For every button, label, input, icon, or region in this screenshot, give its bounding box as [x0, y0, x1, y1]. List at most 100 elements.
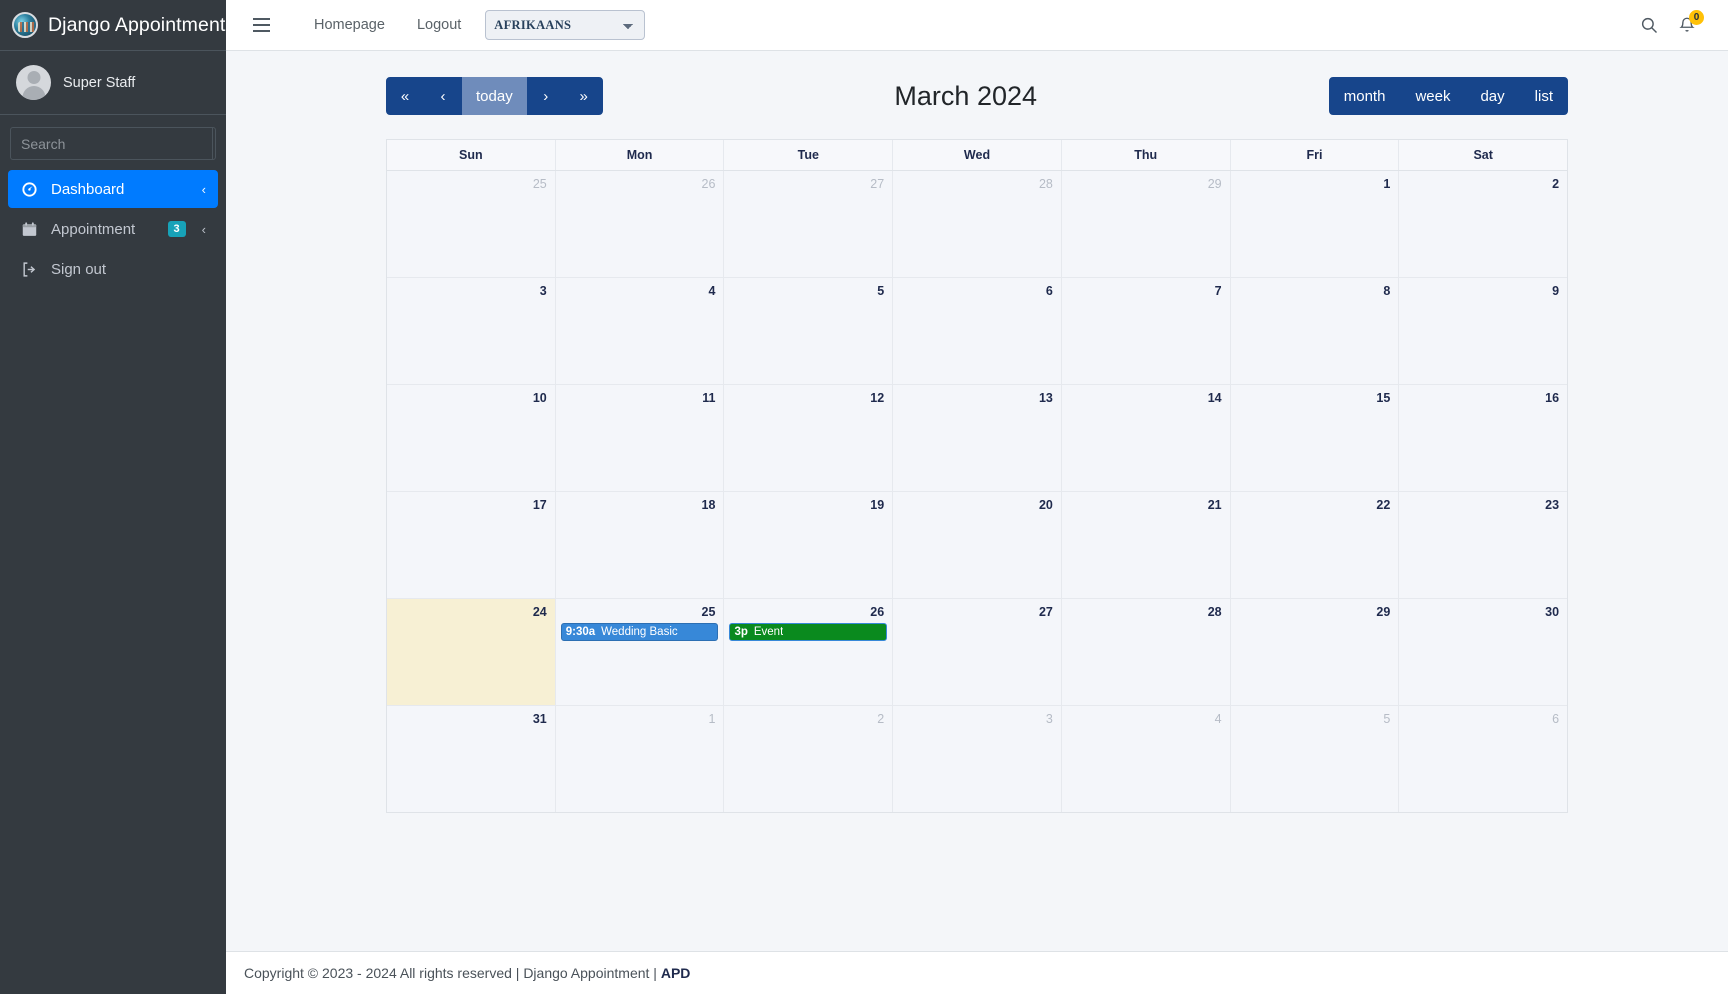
- calendar-day-cell[interactable]: 31: [387, 706, 556, 812]
- calendar-week-row: 10 11 12 13 14 15 16: [387, 385, 1568, 492]
- topnav-link-homepage[interactable]: Homepage: [298, 17, 401, 33]
- calendar-day-cell[interactable]: 28: [893, 171, 1062, 277]
- calendar-day-cell[interactable]: 29: [1061, 171, 1231, 277]
- calendar-day-cell[interactable]: 30: [1399, 599, 1568, 705]
- day-number: 19: [870, 498, 885, 512]
- calendar-day-cell[interactable]: 9: [1399, 278, 1568, 384]
- sidebar-item-label: Sign out: [51, 260, 107, 278]
- calendar-day-cell[interactable]: 3: [387, 278, 556, 384]
- day-number: 3: [1045, 712, 1053, 726]
- calendar-day-cell[interactable]: 2: [1399, 171, 1568, 277]
- calendar-event[interactable]: 9:30a Wedding Basic: [560, 623, 719, 641]
- prev-year-button[interactable]: «: [386, 77, 424, 115]
- chevron-left-icon: ‹: [201, 221, 206, 237]
- appointment-count-badge: 3: [167, 220, 186, 238]
- calendar-day-cell[interactable]: 12: [724, 385, 894, 491]
- next-month-button[interactable]: ›: [526, 77, 565, 115]
- calendar-day-cell[interactable]: 17: [387, 492, 556, 598]
- calendar-day-cell[interactable]: 14: [1061, 385, 1231, 491]
- sidebar-item-sign-out[interactable]: Sign out: [8, 250, 218, 288]
- topbar-search-button[interactable]: [1630, 6, 1668, 44]
- day-number: 27: [1038, 605, 1053, 619]
- next-year-button[interactable]: »: [564, 77, 603, 115]
- day-number: 6: [1552, 712, 1560, 726]
- day-number: 31: [532, 712, 547, 726]
- day-number: 2: [877, 712, 885, 726]
- calendar-day-cell[interactable]: 27: [893, 599, 1062, 705]
- calendar-day-cell[interactable]: 10: [387, 385, 556, 491]
- view-button-day[interactable]: day: [1465, 77, 1520, 115]
- day-number: 18: [701, 498, 716, 512]
- view-button-month[interactable]: month: [1328, 77, 1401, 115]
- calendar-day-cell[interactable]: 29: [1230, 599, 1400, 705]
- day-number: 23: [1545, 498, 1560, 512]
- calendar-day-cell[interactable]: 27: [724, 171, 894, 277]
- calendar-toolbar: «‹ today ›» March 2024 month week day list: [386, 77, 1568, 115]
- calendar-day-cell[interactable]: 20: [893, 492, 1062, 598]
- calendar-day-cell[interactable]: 24: [387, 599, 556, 705]
- calendar-week-row: 25 26 27 28 29 1 2: [387, 171, 1568, 278]
- calendar-day-cell[interactable]: 6: [893, 278, 1062, 384]
- calendar-event[interactable]: 3p Event: [729, 623, 888, 641]
- day-header-wed: Wed: [893, 140, 1062, 170]
- calendar-day-cell[interactable]: 11: [555, 385, 725, 491]
- calendar-day-cell[interactable]: 25: [387, 171, 556, 277]
- calendar-day-cell[interactable]: 8: [1230, 278, 1400, 384]
- calendar-day-cell[interactable]: 6: [1399, 706, 1568, 812]
- calendar-day-cell[interactable]: 3: [893, 706, 1062, 812]
- calendar-day-cell[interactable]: 13: [893, 385, 1062, 491]
- calendar-day-cell[interactable]: 18: [555, 492, 725, 598]
- search-submit-button[interactable]: [212, 128, 215, 159]
- day-number: 14: [1207, 391, 1222, 405]
- prev-month-button[interactable]: ‹: [424, 77, 462, 115]
- day-number: 10: [532, 391, 547, 405]
- view-button-list[interactable]: list: [1519, 77, 1568, 115]
- calendar-day-cell[interactable]: 26: [555, 171, 725, 277]
- calendar-day-cell[interactable]: 23: [1399, 492, 1568, 598]
- footer-text: Copyright © 2023 - 2024 All rights reser…: [244, 965, 661, 981]
- hamburger-menu-icon[interactable]: [244, 8, 278, 42]
- calendar-day-cell[interactable]: 26 3p Event: [724, 599, 894, 705]
- calendar-day-cell[interactable]: 7: [1061, 278, 1231, 384]
- django-globe-logo-icon: [12, 12, 38, 38]
- view-button-week[interactable]: week: [1400, 77, 1466, 115]
- day-number: 5: [877, 284, 885, 298]
- topnav-link-logout[interactable]: Logout: [401, 17, 477, 33]
- speedometer-icon: [20, 181, 39, 198]
- calendar-day-cell[interactable]: 25 9:30a Wedding Basic: [555, 599, 725, 705]
- calendar-day-cell[interactable]: 4: [1061, 706, 1231, 812]
- sign-out-icon: [20, 261, 39, 278]
- sidebar-search: [10, 127, 216, 160]
- user-panel[interactable]: Super Staff: [0, 51, 226, 115]
- calendar-day-cell[interactable]: 5: [1230, 706, 1400, 812]
- day-number: 28: [1207, 605, 1222, 619]
- calendar-view-group: month week day list: [1328, 77, 1568, 115]
- calendar-day-cell[interactable]: 22: [1230, 492, 1400, 598]
- calendar-week-row: 17 18 19 20 21 22 23: [387, 492, 1568, 599]
- sidebar-item-dashboard[interactable]: Dashboard ‹: [8, 170, 218, 208]
- calendar-day-cell[interactable]: 15: [1230, 385, 1400, 491]
- calendar-day-cell[interactable]: 4: [555, 278, 725, 384]
- calendar-day-cell[interactable]: 1: [1230, 171, 1400, 277]
- day-number: 24: [532, 605, 547, 619]
- calendar-day-cell[interactable]: 16: [1399, 385, 1568, 491]
- notifications-button[interactable]: 0: [1668, 6, 1706, 44]
- day-number: 25: [701, 605, 716, 619]
- calendar-day-cell[interactable]: 21: [1061, 492, 1231, 598]
- day-number: 25: [532, 177, 547, 191]
- calendar-day-cell[interactable]: 1: [555, 706, 725, 812]
- day-number: 3: [539, 284, 547, 298]
- brand[interactable]: Django Appointment: [0, 0, 226, 51]
- search-input[interactable]: [11, 128, 212, 159]
- calendar-day-cell[interactable]: 5: [724, 278, 894, 384]
- event-title: Event: [753, 626, 784, 638]
- sidebar-item-appointment[interactable]: Appointment 3 ‹: [8, 210, 218, 248]
- day-number: 13: [1038, 391, 1053, 405]
- language-select[interactable]: AFRIKAANS: [485, 10, 646, 40]
- calendar-day-cell[interactable]: 2: [724, 706, 894, 812]
- calendar-day-cell[interactable]: 28: [1061, 599, 1231, 705]
- day-number: 15: [1376, 391, 1391, 405]
- event-time: 9:30a: [565, 626, 596, 638]
- day-number: 17: [532, 498, 547, 512]
- calendar-day-cell[interactable]: 19: [724, 492, 894, 598]
